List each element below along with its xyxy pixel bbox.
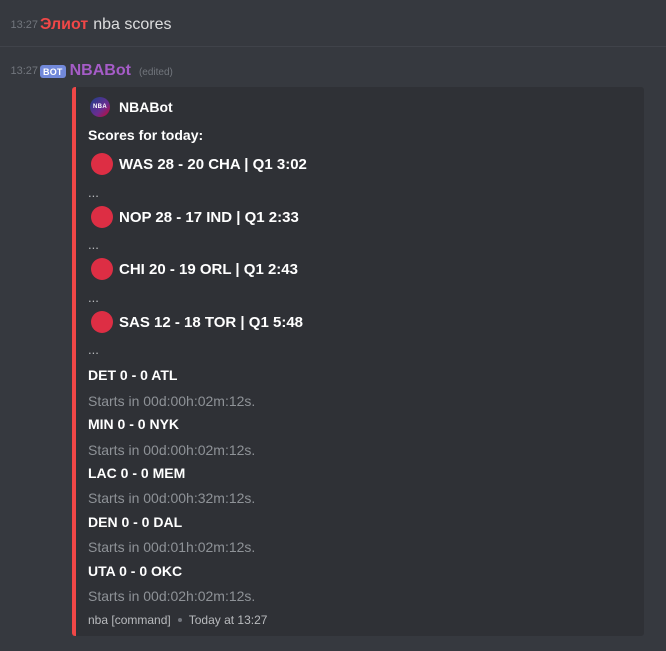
upcoming-game-countdown: Starts in 00d:01h:02m:12s. (88, 539, 256, 555)
message-timestamp: 13:27 (10, 65, 38, 77)
upcoming-game-matchup: MIN 0 - 0 NYK (88, 416, 180, 432)
edited-label: (edited) (138, 67, 173, 78)
red-circle-icon (91, 258, 113, 280)
nba-logo-text: NBA (93, 104, 107, 110)
red-circle-icon (91, 153, 113, 175)
live-game-row: SAS 12 - 18 TOR | Q1 5:48 (88, 311, 303, 333)
upcoming-game-countdown: Starts in 00d:00h:02m:12s. (88, 393, 256, 409)
red-circle-icon (91, 311, 113, 333)
scores-heading: Scores for today: (88, 127, 204, 143)
embed-author: NBA NBABot (90, 96, 173, 118)
rich-embed: NBA NBABot Scores for today: WAS 28 - 20… (72, 87, 644, 636)
ellipsis-text: ... (88, 342, 99, 357)
upcoming-game-matchup: DEN 0 - 0 DAL (88, 514, 183, 530)
embed-footer: nba [command] Today at 13:27 (88, 613, 267, 627)
bot-badge: BOT (40, 64, 66, 78)
message-user: 13:27 Элиот nba scores (0, 10, 666, 40)
message-timestamp: 13:27 (10, 19, 38, 31)
live-game-text: WAS 28 - 20 CHA | Q1 3:02 (119, 155, 307, 173)
embed-author-name: NBABot (119, 99, 173, 115)
message-content: nba scores (93, 16, 172, 33)
message-author[interactable]: Элиот (40, 16, 88, 34)
live-game-row: CHI 20 - 19 ORL | Q1 2:43 (88, 258, 298, 280)
live-game-text: SAS 12 - 18 TOR | Q1 5:48 (119, 313, 303, 331)
upcoming-game-countdown: Starts in 00d:00h:32m:12s. (88, 490, 256, 506)
live-game-row: WAS 28 - 20 CHA | Q1 3:02 (88, 153, 307, 175)
message-author[interactable]: NBABot (70, 62, 131, 80)
nba-logo-icon: NBA (90, 97, 110, 117)
chat-messages: 13:27 Элиот nba scores 13:27 BOT NBABot … (0, 0, 666, 651)
upcoming-game-countdown: Starts in 00d:00h:02m:12s. (88, 442, 256, 458)
ellipsis-text: ... (88, 237, 99, 252)
ellipsis-text: ... (88, 185, 99, 200)
upcoming-game-matchup: DET 0 - 0 ATL (88, 367, 178, 383)
live-game-text: NOP 28 - 17 IND | Q1 2:33 (119, 208, 299, 226)
footer-separator (177, 618, 182, 622)
embed-footer-text: nba [command] (88, 613, 171, 627)
red-circle-icon (91, 206, 113, 228)
upcoming-game-matchup: LAC 0 - 0 MEM (88, 465, 186, 481)
upcoming-game-matchup: UTA 0 - 0 OKC (88, 563, 183, 579)
upcoming-game-countdown: Starts in 00d:02h:02m:12s. (88, 588, 256, 604)
message-bot: 13:27 BOT NBABot (edited) (0, 58, 666, 84)
embed-footer-timestamp: Today at 13:27 (188, 613, 268, 627)
ellipsis-text: ... (88, 290, 99, 305)
live-game-text: CHI 20 - 19 ORL | Q1 2:43 (119, 260, 298, 278)
message-divider (0, 46, 666, 47)
live-game-row: NOP 28 - 17 IND | Q1 2:33 (88, 206, 299, 228)
